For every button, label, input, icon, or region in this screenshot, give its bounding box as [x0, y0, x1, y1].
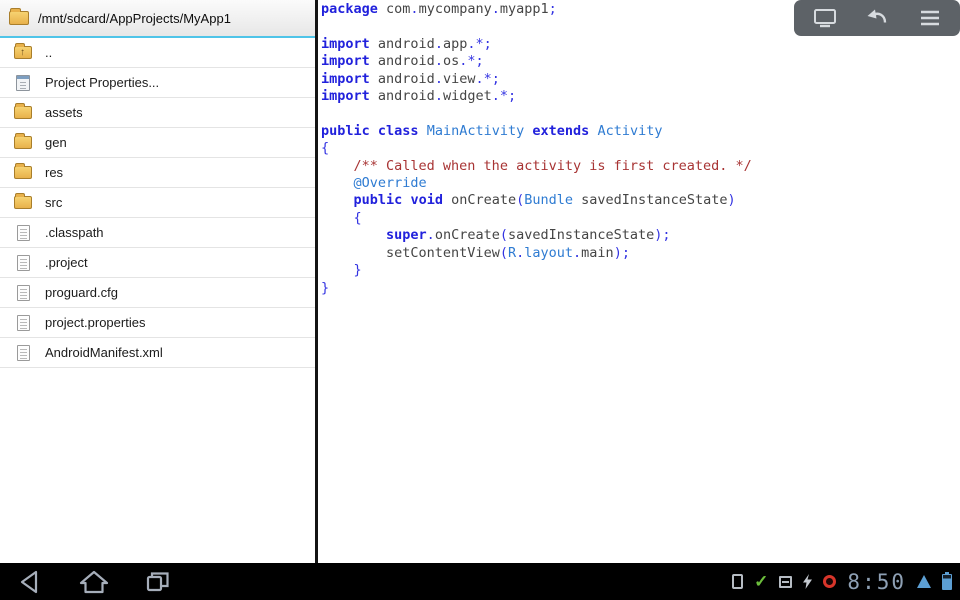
file-label: .classpath	[45, 225, 104, 240]
menu-button[interactable]	[908, 2, 952, 34]
back-button[interactable]	[10, 567, 50, 597]
code-line: public void onCreate(Bundle savedInstanc…	[321, 192, 960, 209]
main-area: /mnt/sdcard/AppProjects/MyApp1 .. Project…	[0, 0, 960, 563]
file-label: project.properties	[45, 315, 145, 330]
list-item[interactable]: src	[0, 188, 315, 218]
battery-icon	[942, 574, 952, 590]
status-area[interactable]: ✓ 8:50	[732, 570, 960, 594]
code-line: }	[321, 262, 960, 279]
clock: 8:50	[847, 570, 906, 594]
folder-open-icon	[9, 11, 29, 25]
folder-icon	[14, 106, 32, 119]
code-line: {	[321, 140, 960, 157]
file-icon	[17, 345, 30, 361]
signal-icon	[917, 575, 931, 588]
list-item[interactable]: gen	[0, 128, 315, 158]
app: /mnt/sdcard/AppProjects/MyApp1 .. Project…	[0, 0, 960, 600]
file-list: .. Project Properties... assets gen res src .c…	[0, 38, 315, 563]
file-label: assets	[45, 105, 83, 120]
recents-button[interactable]	[138, 567, 178, 597]
code-line: import android.os.*;	[321, 53, 960, 70]
recents-icon	[140, 568, 176, 596]
file-label: ..	[45, 45, 52, 60]
file-label: gen	[45, 135, 67, 150]
code-line: setContentView(R.layout.main);	[321, 245, 960, 262]
check-icon: ✓	[754, 573, 768, 590]
package-icon	[779, 576, 792, 588]
list-item[interactable]: .project	[0, 248, 315, 278]
list-item[interactable]: proguard.cfg	[0, 278, 315, 308]
file-label: proguard.cfg	[45, 285, 118, 300]
properties-icon	[16, 75, 30, 91]
list-item[interactable]: AndroidManifest.xml	[0, 338, 315, 368]
folder-icon	[14, 136, 32, 149]
home-button[interactable]	[74, 567, 114, 597]
run-button[interactable]	[803, 2, 847, 34]
undo-button[interactable]	[855, 2, 899, 34]
bolt-icon	[803, 574, 812, 589]
file-icon	[17, 225, 30, 241]
code-area: package com.mycompany.myapp1; import and…	[318, 0, 960, 297]
code-line: {	[321, 210, 960, 227]
file-label: .project	[45, 255, 88, 270]
menu-icon	[919, 9, 941, 27]
code-line: import android.view.*;	[321, 71, 960, 88]
code-editor[interactable]: package com.mycompany.myapp1; import and…	[318, 0, 960, 563]
editor-toolbar	[794, 0, 960, 36]
file-icon	[17, 285, 30, 301]
list-item[interactable]: .classpath	[0, 218, 315, 248]
code-line: import android.widget.*;	[321, 88, 960, 105]
folder-icon	[14, 166, 32, 179]
home-icon	[76, 568, 112, 596]
run-icon	[812, 7, 838, 29]
path-text: /mnt/sdcard/AppProjects/MyApp1	[38, 11, 231, 26]
file-label: AndroidManifest.xml	[45, 345, 163, 360]
list-item[interactable]: project.properties	[0, 308, 315, 338]
file-label: res	[45, 165, 63, 180]
file-icon	[17, 315, 30, 331]
file-label: src	[45, 195, 62, 210]
list-item[interactable]: res	[0, 158, 315, 188]
list-item[interactable]: Project Properties...	[0, 68, 315, 98]
record-icon	[823, 575, 836, 588]
path-header[interactable]: /mnt/sdcard/AppProjects/MyApp1	[0, 0, 315, 38]
code-line: /** Called when the activity is first cr…	[321, 158, 960, 175]
list-item[interactable]: assets	[0, 98, 315, 128]
code-line: @Override	[321, 175, 960, 192]
folder-up-icon	[14, 46, 32, 59]
code-line: import android.app.*;	[321, 36, 960, 53]
device-icon	[732, 574, 743, 589]
list-item[interactable]: ..	[0, 38, 315, 68]
nav-buttons	[0, 567, 178, 597]
code-line: super.onCreate(savedInstanceState);	[321, 227, 960, 244]
file-icon	[17, 255, 30, 271]
undo-icon	[865, 7, 889, 29]
file-browser-panel: /mnt/sdcard/AppProjects/MyApp1 .. Project…	[0, 0, 318, 563]
code-line: public class MainActivity extends Activi…	[321, 123, 960, 140]
system-bar: ✓ 8:50	[0, 563, 960, 600]
code-line: }	[321, 280, 960, 297]
folder-icon	[14, 196, 32, 209]
back-icon	[12, 568, 48, 596]
file-label: Project Properties...	[45, 75, 159, 90]
code-line	[321, 105, 960, 122]
